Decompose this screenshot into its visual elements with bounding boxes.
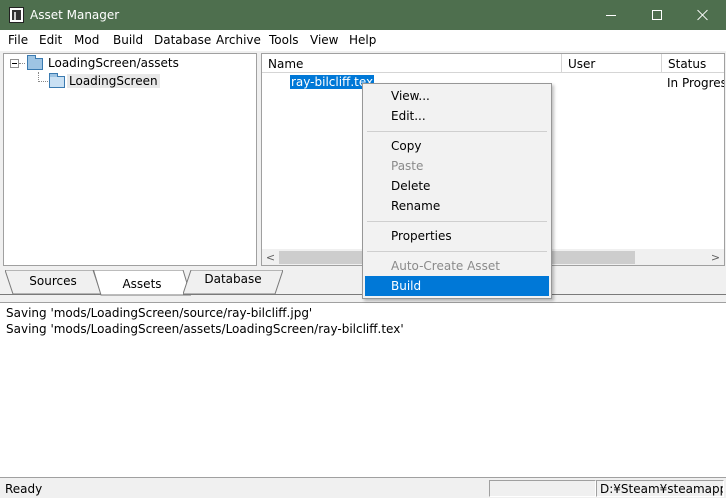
- menu-tools[interactable]: Tools: [269, 33, 299, 47]
- menu-database[interactable]: Database: [154, 33, 211, 47]
- tree-item-root[interactable]: LoadingScreen/assets: [48, 56, 179, 70]
- menu-separator: [367, 131, 547, 132]
- status-bar: Ready D:¥Steam¥steamapp: [0, 479, 726, 498]
- menu-item-view[interactable]: View...: [365, 86, 549, 106]
- menu-separator: [367, 251, 547, 252]
- menu-item-delete[interactable]: Delete: [365, 176, 549, 196]
- menu-separator: [367, 221, 547, 222]
- menu-item-edit[interactable]: Edit...: [365, 106, 549, 126]
- menu-item-copy[interactable]: Copy: [365, 136, 549, 156]
- tab-database[interactable]: Database: [183, 270, 283, 295]
- status-text: Ready: [5, 482, 43, 496]
- tab-sources[interactable]: Sources: [5, 270, 101, 295]
- scroll-right-icon[interactable]: >: [709, 250, 722, 265]
- minimize-icon: [606, 14, 616, 16]
- menu-item-auto-create-asset[interactable]: Auto-Create Asset: [365, 256, 549, 276]
- column-header-user[interactable]: User: [562, 54, 662, 73]
- column-header-status[interactable]: Status: [662, 54, 724, 73]
- close-icon: [697, 9, 709, 21]
- collapse-icon[interactable]: [10, 59, 19, 68]
- close-button[interactable]: [680, 0, 726, 30]
- folder-open-icon: [49, 73, 65, 88]
- title-bar: Asset Manager: [0, 0, 726, 30]
- menu-item-paste[interactable]: Paste: [365, 156, 549, 176]
- tab-assets-label: Assets: [122, 277, 162, 291]
- asset-tree[interactable]: LoadingScreen/assets LoadingScreen: [3, 53, 257, 266]
- tree-connector: [38, 81, 48, 82]
- menu-item-rename[interactable]: Rename: [365, 196, 549, 216]
- log-line: Saving 'mods/LoadingScreen/source/ray-bi…: [6, 306, 313, 320]
- log-line: Saving 'mods/LoadingScreen/assets/Loadin…: [6, 322, 404, 336]
- menu-build[interactable]: Build: [113, 33, 143, 47]
- tab-assets[interactable]: Assets: [93, 270, 191, 296]
- scroll-left-icon[interactable]: <: [264, 250, 277, 265]
- menu-file[interactable]: File: [8, 33, 28, 47]
- list-item-status: In Progress: [667, 76, 724, 90]
- window-title: Asset Manager: [30, 8, 120, 22]
- tree-item-loadingscreen[interactable]: LoadingScreen: [67, 74, 160, 88]
- menu-archive[interactable]: Archive: [216, 33, 261, 47]
- menu-help[interactable]: Help: [349, 33, 376, 47]
- menu-mod[interactable]: Mod: [74, 33, 99, 47]
- context-menu: View... Edit... Copy Paste Delete Rename…: [362, 83, 552, 299]
- column-header-name[interactable]: Name: [262, 54, 562, 73]
- tab-sources-label: Sources: [29, 274, 77, 288]
- status-panel-empty: [489, 480, 596, 497]
- menu-bar: File Edit Mod Build Database Archive Too…: [0, 30, 726, 51]
- maximize-button[interactable]: [634, 0, 680, 30]
- output-log[interactable]: Saving 'mods/LoadingScreen/source/ray-bi…: [0, 302, 726, 478]
- menu-item-build[interactable]: Build: [365, 276, 549, 296]
- folder-icon: [27, 55, 43, 70]
- status-panel-path: D:¥Steam¥steamapp: [596, 480, 724, 497]
- tree-connector: [19, 63, 25, 64]
- maximize-icon: [652, 10, 662, 20]
- menu-view[interactable]: View: [310, 33, 338, 47]
- menu-edit[interactable]: Edit: [39, 33, 62, 47]
- app-icon[interactable]: [9, 7, 24, 23]
- minimize-button[interactable]: [588, 0, 634, 30]
- tab-database-label: Database: [204, 272, 262, 286]
- menu-item-properties[interactable]: Properties: [365, 226, 549, 246]
